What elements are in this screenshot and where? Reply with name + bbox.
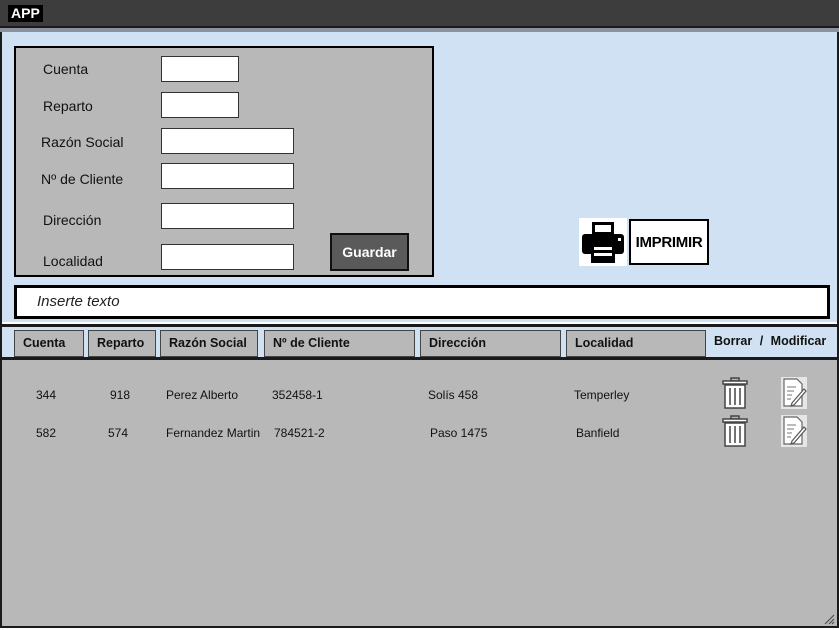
client-form: Cuenta Reparto Razón Social Nº de Client…: [14, 46, 434, 277]
direccion-field[interactable]: [161, 203, 294, 229]
cell-reparto: 918: [110, 388, 131, 402]
borrar-header: Borrar: [714, 334, 753, 348]
table-body: 344 918 Perez Alberto 352458-1 Solís 458…: [2, 360, 837, 626]
table-header: Cuenta Reparto Razón Social Nº de Client…: [2, 324, 837, 360]
table-row[interactable]: 344 918 Perez Alberto 352458-1 Solís 458…: [2, 374, 837, 414]
column-header-reparto[interactable]: Reparto: [88, 330, 156, 357]
print-label: IMPRIMIR: [629, 219, 709, 265]
localidad-label: Localidad: [43, 253, 103, 269]
column-header-razon-social[interactable]: Razón Social: [160, 330, 258, 357]
column-header-actions: Borrar / Modificar: [714, 334, 826, 348]
cell-reparto: 574: [108, 426, 129, 440]
localidad-field[interactable]: [161, 244, 294, 270]
cell-razon-social: Perez Alberto: [166, 388, 239, 402]
direccion-label: Dirección: [43, 212, 102, 228]
printer-icon[interactable]: [579, 218, 627, 266]
table-row[interactable]: 582 574 Fernandez Martin 784521-2 Paso 1…: [2, 412, 837, 452]
form-area: Cuenta Reparto Razón Social Nº de Client…: [2, 32, 837, 322]
cell-nro-cliente: 352458-1: [272, 388, 323, 402]
cell-cuenta: 582: [36, 426, 57, 440]
cell-cuenta: 344: [36, 388, 57, 402]
cell-direccion: Paso 1475: [430, 426, 488, 440]
razon-social-field[interactable]: [161, 128, 294, 154]
cuenta-field[interactable]: [161, 56, 239, 82]
app-title: APP: [8, 5, 43, 22]
save-button[interactable]: Guardar: [330, 233, 409, 271]
column-header-nro-cliente[interactable]: Nº de Cliente: [264, 330, 415, 357]
trash-icon[interactable]: [721, 414, 749, 448]
title-bar: APP: [0, 0, 839, 28]
trash-icon[interactable]: [721, 376, 749, 410]
nro-cliente-field[interactable]: [161, 163, 294, 189]
column-header-direccion[interactable]: Dirección: [420, 330, 561, 357]
edit-document-icon[interactable]: [780, 376, 808, 410]
cuenta-label: Cuenta: [43, 61, 89, 77]
app-window: Cuenta Reparto Razón Social Nº de Client…: [0, 32, 839, 628]
razon-social-label: Razón Social: [41, 134, 124, 150]
cell-nro-cliente: 784521-2: [274, 426, 325, 440]
cell-localidad: Banfield: [576, 426, 620, 440]
edit-document-icon[interactable]: [780, 414, 808, 448]
column-header-localidad[interactable]: Localidad: [566, 330, 706, 357]
search-input[interactable]: Inserte texto: [14, 285, 830, 319]
resize-grip-icon[interactable]: [823, 612, 835, 625]
modificar-header: Modificar: [770, 334, 827, 348]
header-separator: /: [759, 334, 764, 348]
reparto-field[interactable]: [161, 92, 239, 118]
column-header-cuenta[interactable]: Cuenta: [14, 330, 84, 357]
cell-direccion: Solís 458: [428, 388, 479, 402]
print-button[interactable]: IMPRIMIR: [579, 218, 709, 266]
reparto-label: Reparto: [43, 98, 93, 114]
cell-razon-social: Fernandez Martin: [166, 426, 261, 440]
cell-localidad: Temperley: [574, 388, 630, 402]
nro-cliente-label: Nº de Cliente: [41, 171, 124, 187]
